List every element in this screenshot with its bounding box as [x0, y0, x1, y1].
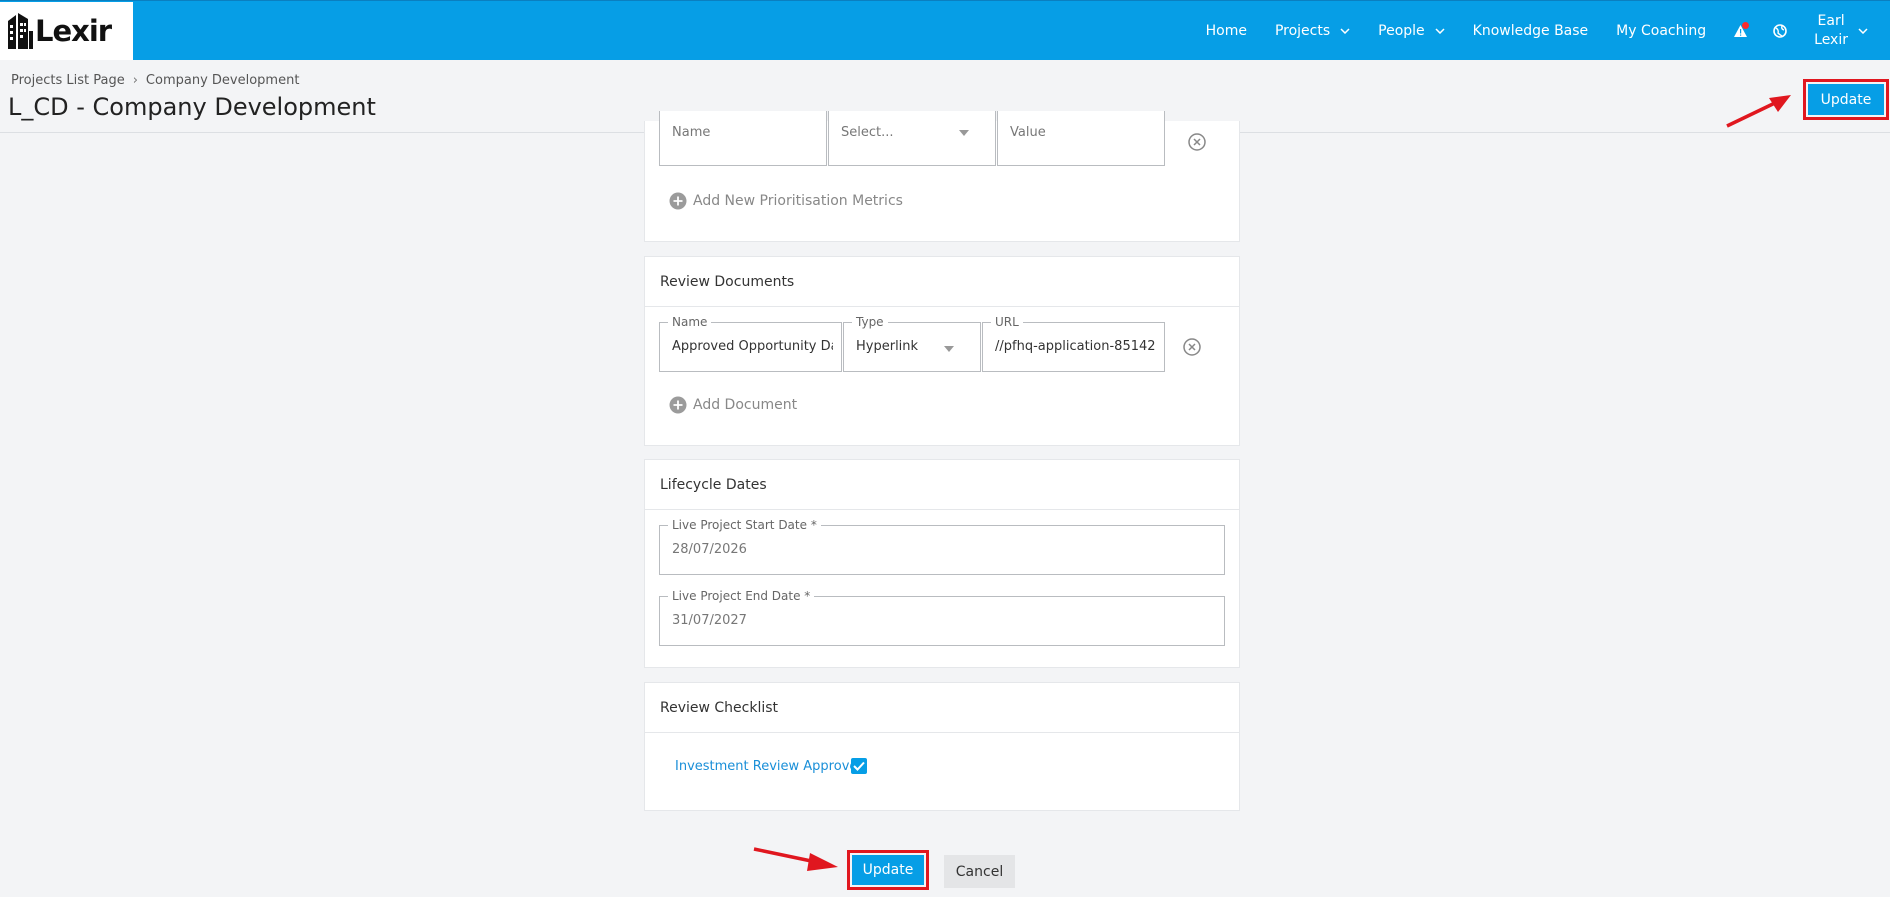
document-name-label: Name [668, 314, 712, 330]
page-title: L_CD - Company Development [8, 93, 376, 121]
lifecycle-dates-card: Lifecycle Dates Live Project Start Date … [644, 459, 1240, 668]
chevron-down-icon [1340, 28, 1350, 34]
brand-logo[interactable]: Lexir [0, 2, 133, 60]
user-name: Earl Lexir [1814, 12, 1848, 50]
metric-name-placeholder: Name [672, 125, 711, 140]
checkmark-icon [853, 761, 865, 771]
document-name-value: Approved Opportunity Data [672, 339, 833, 354]
top-navbar: Lexir Home Projects People Knowledge Bas… [0, 0, 1890, 60]
annotation-arrow-top [1726, 95, 1791, 128]
document-type-label: Type [852, 314, 888, 330]
document-url-value: //pfhq-application-85142174 [995, 339, 1156, 354]
language-button[interactable] [1760, 1, 1800, 61]
update-button[interactable]: Update [852, 855, 924, 885]
top-update-highlight: Update [1803, 79, 1889, 120]
review-documents-title: Review Documents [645, 257, 1239, 307]
metric-type-select[interactable]: Select... [828, 111, 996, 166]
user-menu[interactable]: Earl Lexir [1800, 12, 1890, 50]
review-documents-card: Review Documents Name Approved Opportuni… [644, 256, 1240, 446]
nav-projects-label: Projects [1274, 23, 1331, 39]
breadcrumb-parent[interactable]: Projects List Page [11, 73, 125, 88]
caret-down-icon [944, 346, 954, 352]
chevron-down-icon [1858, 28, 1868, 34]
caret-down-icon [959, 130, 969, 136]
end-date-label: Live Project End Date * [668, 588, 815, 604]
add-prioritisation-metric-button[interactable]: Add New Prioritisation Metrics [669, 192, 903, 210]
review-checklist-title: Review Checklist [645, 683, 1239, 733]
document-type-value: Hyperlink [856, 339, 919, 354]
start-date-value: 28/07/2026 [672, 542, 747, 557]
logo-text: Lexir [35, 14, 112, 48]
prioritisation-card: Name Select... Value Add New Prioritisat… [644, 111, 1240, 242]
add-document-button[interactable]: Add Document [669, 396, 797, 414]
document-url-label: URL [991, 314, 1023, 330]
document-type-select[interactable]: Type Hyperlink [843, 314, 981, 372]
review-checklist-card: Review Checklist Investment Review Appro… [644, 682, 1240, 811]
notification-dot [1742, 22, 1750, 29]
add-document-label: Add Document [693, 397, 798, 413]
investment-review-approved-checkbox[interactable] [851, 758, 867, 774]
main-nav: Home Projects People Knowledge Base My C… [1192, 1, 1890, 61]
metric-value-field[interactable]: Value [997, 111, 1165, 166]
document-name-field[interactable]: Name Approved Opportunity Data [659, 314, 842, 372]
nav-people-label: People [1378, 23, 1425, 39]
breadcrumb-current: Company Development [145, 73, 300, 88]
top-update-button[interactable]: Update [1808, 84, 1884, 115]
globe-icon [1773, 24, 1787, 38]
plus-circle-icon [669, 396, 687, 414]
nav-people[interactable]: People [1364, 23, 1459, 39]
cancel-button[interactable]: Cancel [944, 855, 1015, 888]
start-date-field[interactable]: Live Project Start Date * 28/07/2026 [659, 517, 1225, 575]
start-date-label: Live Project Start Date * [668, 517, 821, 533]
remove-document-icon[interactable] [1182, 337, 1202, 357]
end-date-field[interactable]: Live Project End Date * 31/07/2027 [659, 588, 1225, 646]
nav-projects[interactable]: Projects [1261, 23, 1364, 39]
lifecycle-dates-title: Lifecycle Dates [645, 460, 1239, 510]
user-last-name: Lexir [1814, 32, 1848, 48]
annotation-arrow-bottom [753, 847, 838, 871]
metric-name-field[interactable]: Name [659, 111, 827, 166]
building-logo-icon [8, 13, 33, 49]
plus-circle-icon [669, 192, 687, 210]
add-prioritisation-metric-label: Add New Prioritisation Metrics [693, 193, 903, 209]
investment-review-approved-label[interactable]: Investment Review Approved [675, 759, 866, 774]
breadcrumb-separator: › [132, 73, 138, 88]
metric-value-placeholder: Value [1010, 125, 1046, 140]
breadcrumb: Projects List Page › Company Development [11, 73, 299, 88]
nav-my-coaching[interactable]: My Coaching [1602, 23, 1720, 39]
end-date-value: 31/07/2027 [672, 613, 747, 628]
remove-metric-icon[interactable] [1187, 132, 1207, 152]
user-first-name: Earl [1817, 13, 1845, 29]
chevron-down-icon [1435, 28, 1445, 34]
alerts-button[interactable] [1720, 1, 1760, 61]
document-url-field[interactable]: URL //pfhq-application-85142174 [982, 314, 1165, 372]
nav-knowledge-base[interactable]: Knowledge Base [1459, 23, 1603, 39]
nav-home[interactable]: Home [1192, 23, 1261, 39]
bottom-update-highlight: Update [847, 850, 929, 890]
